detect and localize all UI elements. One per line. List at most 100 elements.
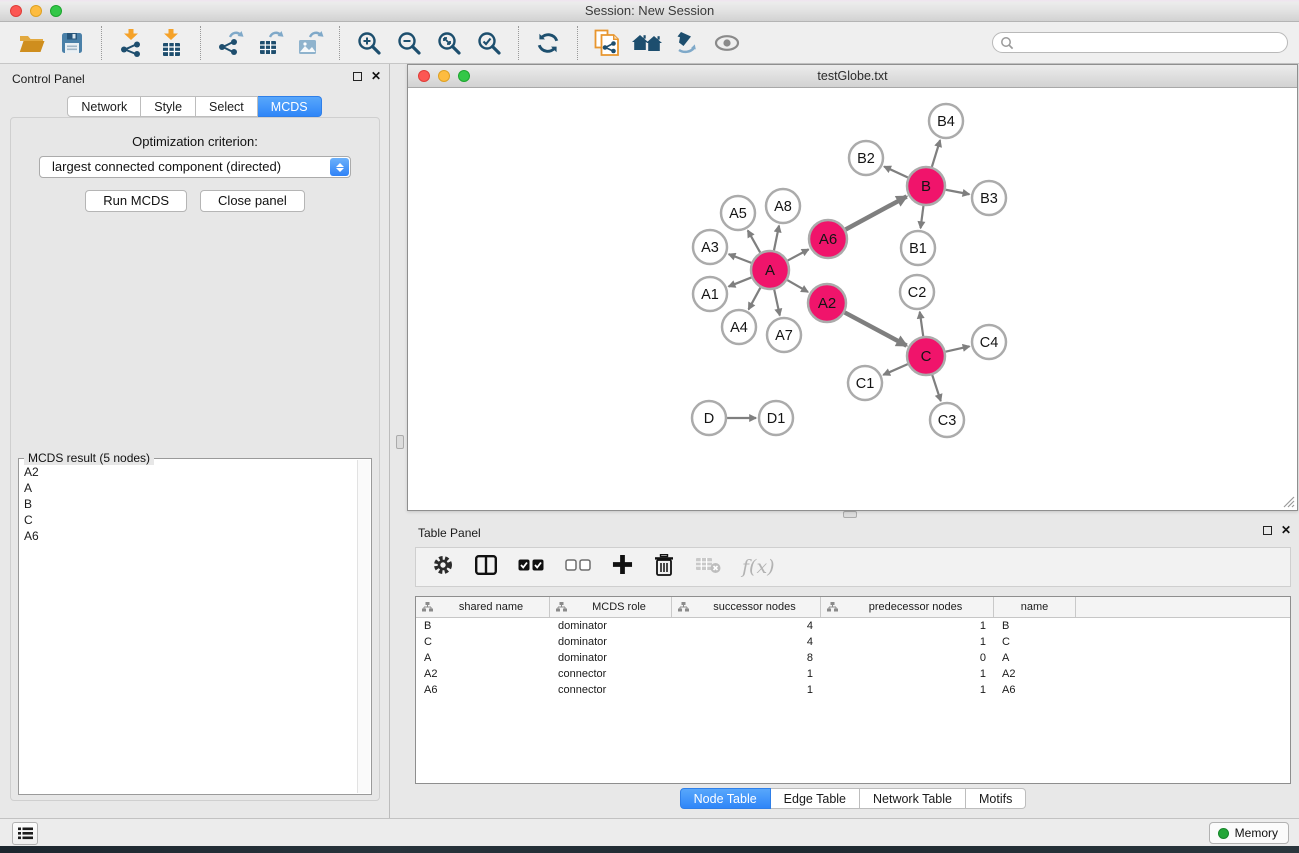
cell-successor-nodes[interactable]: 1 (672, 682, 821, 698)
graph-node-A3[interactable]: A3 (693, 230, 727, 264)
graph-node-C3[interactable]: C3 (930, 403, 964, 437)
cell-shared-name[interactable]: B (416, 618, 550, 634)
graph-node-D1[interactable]: D1 (759, 401, 793, 435)
result-item[interactable]: B (24, 496, 357, 512)
cell-name[interactable]: A2 (994, 666, 1076, 682)
tab-style[interactable]: Style (141, 96, 196, 117)
column-header-name[interactable]: name (994, 597, 1076, 617)
show-columns-icon[interactable] (475, 555, 497, 580)
graph-edge-A-A5[interactable] (748, 230, 760, 252)
graph-node-A[interactable]: A (751, 251, 789, 289)
table-row[interactable]: Bdominator41B (416, 618, 1290, 634)
cell-name[interactable]: A (994, 650, 1076, 666)
resize-grip-icon[interactable] (1282, 495, 1295, 508)
result-item[interactable]: A6 (24, 528, 357, 544)
zoom-view-button[interactable] (458, 70, 470, 82)
graph-node-B[interactable]: B (907, 167, 945, 205)
zoom-in-icon[interactable] (352, 27, 386, 59)
cell-MCDS-role[interactable]: connector (550, 666, 672, 682)
graph-edge-B-B3[interactable] (946, 190, 970, 195)
zoom-window-button[interactable] (50, 5, 62, 17)
cell-shared-name[interactable]: A (416, 650, 550, 666)
graph-node-A8[interactable]: A8 (766, 189, 800, 223)
search-input[interactable] (1014, 34, 1287, 51)
memory-button[interactable]: Memory (1209, 822, 1289, 844)
network-canvas[interactable]: B4B2BB3A5A8A6A3B1AA1A2C2A4A7C4CC1C3DD1 (408, 88, 1297, 510)
graph-node-A6[interactable]: A6 (809, 220, 847, 258)
graph-node-A4[interactable]: A4 (722, 310, 756, 344)
graph-edge-A-A4[interactable] (749, 288, 761, 310)
import-network-icon[interactable] (114, 27, 148, 59)
run-mcds-button[interactable]: Run MCDS (85, 190, 187, 212)
graph-node-C2[interactable]: C2 (900, 275, 934, 309)
zoom-selected-icon[interactable] (472, 27, 506, 59)
graph-edge-C-C2[interactable] (920, 312, 923, 336)
cell-MCDS-role[interactable]: dominator (550, 618, 672, 634)
cell-predecessor-nodes[interactable]: 1 (821, 666, 994, 682)
close-panel-icon[interactable]: ✕ (371, 71, 381, 82)
table-row[interactable]: A6connector11A6 (416, 682, 1290, 698)
eye-icon[interactable] (710, 27, 744, 59)
result-scrollbar[interactable] (357, 460, 370, 793)
cell-name[interactable]: B (994, 618, 1076, 634)
network-window-titlebar[interactable]: testGlobe.txt (408, 65, 1297, 88)
cell-successor-nodes[interactable]: 1 (672, 666, 821, 682)
zoom-fit-icon[interactable] (432, 27, 466, 59)
column-header-shared-name[interactable]: shared name (416, 597, 550, 617)
graph-node-B2[interactable]: B2 (849, 141, 883, 175)
graph-edge-A-A7[interactable] (774, 290, 780, 316)
zoom-out-icon[interactable] (392, 27, 426, 59)
graph-edge-A2-C[interactable] (845, 312, 907, 345)
cell-predecessor-nodes[interactable]: 1 (821, 682, 994, 698)
graph-edge-A-A3[interactable] (729, 254, 752, 263)
graph-edge-A6-B[interactable] (846, 196, 907, 229)
tab-select[interactable]: Select (196, 96, 258, 117)
graph-edge-B-B4[interactable] (932, 140, 940, 167)
deselect-all-icon[interactable] (565, 558, 591, 576)
column-header-MCDS-role[interactable]: MCDS role (550, 597, 672, 617)
import-table-icon[interactable] (154, 27, 188, 59)
criterion-dropdown[interactable]: largest connected component (directed) (39, 156, 351, 178)
save-session-icon[interactable] (55, 27, 89, 59)
column-header-successor-nodes[interactable]: successor nodes (672, 597, 821, 617)
graph-edge-B-B1[interactable] (921, 206, 924, 228)
cell-successor-nodes[interactable]: 4 (672, 634, 821, 650)
search-field[interactable] (992, 32, 1288, 53)
graph-edge-A-A1[interactable] (729, 277, 752, 286)
horizontal-splitter-handle[interactable] (843, 511, 857, 518)
graph-edge-A-A8[interactable] (774, 226, 779, 251)
cell-name[interactable]: A6 (994, 682, 1076, 698)
graph-edge-C-C4[interactable] (946, 346, 970, 351)
vertical-splitter-handle[interactable] (396, 435, 404, 449)
open-session-icon[interactable] (15, 27, 49, 59)
export-table-icon[interactable] (253, 27, 287, 59)
graph-node-C4[interactable]: C4 (972, 325, 1006, 359)
export-network-icon[interactable] (213, 27, 247, 59)
result-item[interactable]: A (24, 480, 357, 496)
graph-node-B1[interactable]: B1 (901, 231, 935, 265)
close-view-button[interactable] (418, 70, 430, 82)
table-settings-icon[interactable] (432, 554, 454, 581)
cell-MCDS-role[interactable]: dominator (550, 650, 672, 666)
float-table-panel-icon[interactable] (1263, 526, 1272, 535)
float-panel-icon[interactable] (353, 72, 362, 81)
graph-node-B4[interactable]: B4 (929, 104, 963, 138)
table-row[interactable]: Cdominator41C (416, 634, 1290, 650)
network-document-icon[interactable] (590, 27, 624, 59)
graph-edge-A-A2[interactable] (787, 280, 808, 292)
minimize-window-button[interactable] (30, 5, 42, 17)
cell-shared-name[interactable]: C (416, 634, 550, 650)
graph-node-A1[interactable]: A1 (693, 277, 727, 311)
tab-mcds[interactable]: MCDS (258, 96, 322, 117)
task-list-button[interactable] (12, 822, 38, 845)
tab-edge-table[interactable]: Edge Table (771, 788, 860, 809)
graph-edge-A-A6[interactable] (788, 249, 809, 260)
minimize-view-button[interactable] (438, 70, 450, 82)
cell-name[interactable]: C (994, 634, 1076, 650)
table-row[interactable]: Adominator80A (416, 650, 1290, 666)
graph-edge-C-C3[interactable] (932, 375, 941, 401)
graph-node-D[interactable]: D (692, 401, 726, 435)
select-all-icon[interactable] (518, 558, 544, 576)
table-row[interactable]: A2connector11A2 (416, 666, 1290, 682)
tab-network[interactable]: Network (67, 96, 141, 117)
